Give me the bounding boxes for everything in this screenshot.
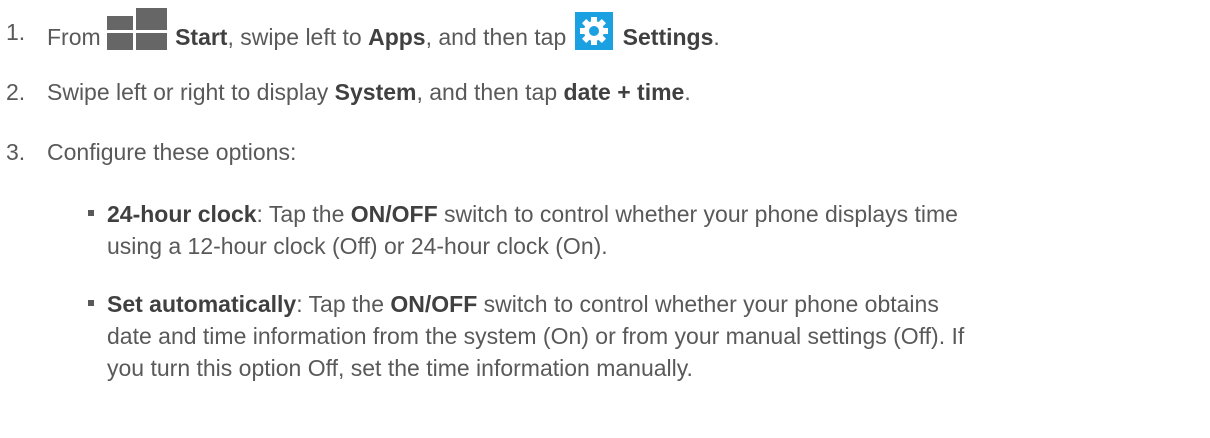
windows-start-icon bbox=[107, 8, 168, 50]
bullet-icon bbox=[88, 300, 94, 306]
option-line: using a 12-hour clock (Off) or 24-hour c… bbox=[107, 233, 608, 259]
option-label: Set automatically bbox=[107, 291, 297, 317]
apps-label: Apps bbox=[368, 24, 426, 51]
option-line: 24-hour clock: Tap the ON/OFF switch to … bbox=[107, 200, 958, 228]
step-number: 1. bbox=[6, 19, 26, 45]
option-24-hour-clock: 24-hour clock: Tap the ON/OFF switch to … bbox=[0, 200, 1210, 260]
option-line: date and time information from the syste… bbox=[107, 323, 965, 349]
option-line: Set automatically: Tap the ON/OFF switch… bbox=[107, 290, 939, 318]
option-text-part: : Tap the bbox=[256, 201, 351, 227]
date-time-label: date + time bbox=[563, 79, 685, 105]
step-text: Configure these options: bbox=[47, 139, 297, 165]
option-text-part: switch to control whether your phone dis… bbox=[437, 201, 958, 227]
system-label: System bbox=[334, 79, 417, 105]
settings-gear-icon bbox=[574, 12, 613, 50]
step-text-part: Swipe left or right to display bbox=[47, 79, 335, 105]
step-text-part: , and then tap bbox=[416, 79, 564, 105]
step-text: Swipe left or right to display System, a… bbox=[47, 78, 691, 106]
bullet-icon bbox=[88, 210, 94, 216]
step-text-part: , swipe left to bbox=[227, 24, 369, 51]
step-number: 2. bbox=[6, 79, 26, 105]
step-text-part: . bbox=[713, 24, 720, 51]
on-off-label: ON/OFF bbox=[390, 291, 478, 317]
option-label: 24-hour clock bbox=[107, 201, 257, 227]
option-line: you turn this option Off, set the time i… bbox=[107, 355, 693, 381]
option-text-part: switch to control whether your phone obt… bbox=[477, 291, 939, 317]
step-text-part: , and then tap bbox=[425, 24, 573, 51]
step-text-part: From bbox=[47, 24, 108, 51]
option-text-part: : Tap the bbox=[296, 291, 391, 317]
option-set-automatically: Set automatically: Tap the ON/OFF switch… bbox=[0, 290, 1210, 386]
step-text: From Start, swipe left to Apps, and then… bbox=[47, 8, 720, 60]
settings-label: Settings bbox=[622, 24, 714, 51]
on-off-label: ON/OFF bbox=[350, 201, 438, 227]
start-label: Start bbox=[175, 24, 228, 51]
step-number: 3. bbox=[6, 139, 26, 165]
step-text-part: . bbox=[684, 79, 691, 105]
